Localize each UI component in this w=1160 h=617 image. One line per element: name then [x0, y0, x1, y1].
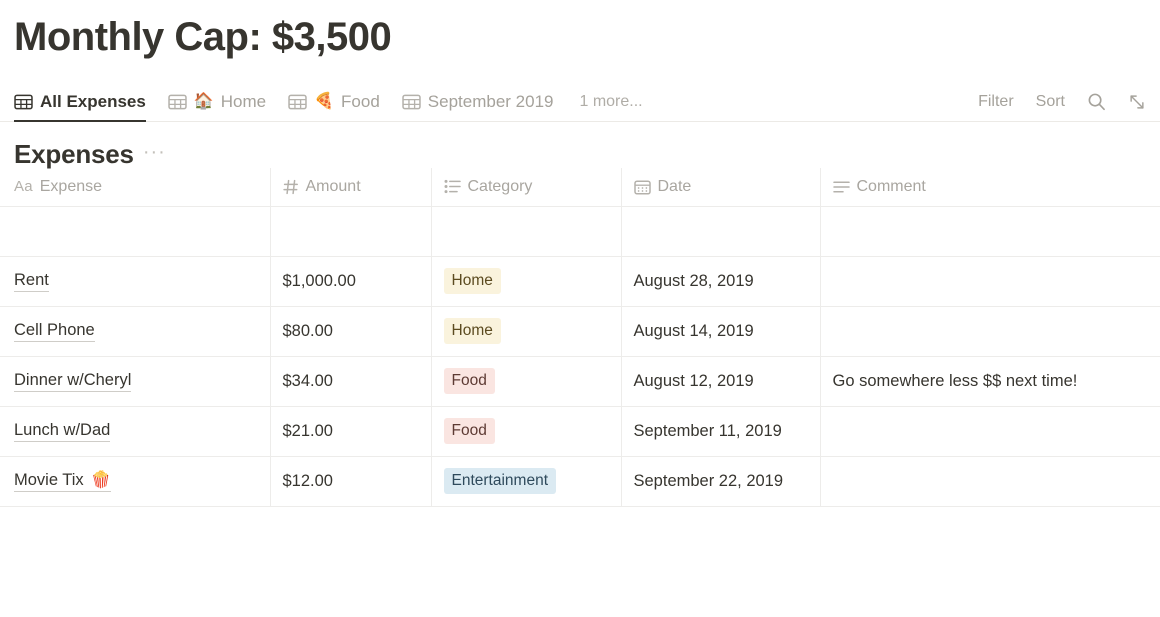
cell-amount[interactable]: $21.00	[270, 406, 432, 457]
cell-comment[interactable]	[820, 256, 1160, 307]
column-header-expense[interactable]: Aa Expense	[0, 168, 271, 207]
search-icon[interactable]	[1087, 92, 1106, 111]
column-header-label: Comment	[856, 177, 926, 195]
cell-date[interactable]	[621, 206, 821, 257]
column-header-amount[interactable]: Amount	[270, 168, 432, 207]
view-tab-food[interactable]: 🍕 Food	[288, 92, 380, 121]
cell-comment[interactable]	[820, 456, 1160, 507]
column-header-category[interactable]: Category	[431, 168, 622, 207]
cell-date[interactable]: August 14, 2019	[621, 306, 821, 357]
calendar-icon	[633, 179, 651, 195]
notion-database-page: Monthly Cap: $3,500 All Expenses 🏠 Home	[0, 0, 1160, 617]
expand-icon[interactable]	[1128, 93, 1146, 111]
cell-expense[interactable]: Cell Phone	[0, 306, 271, 357]
cell-date[interactable]: August 28, 2019	[621, 256, 821, 307]
cell-amount[interactable]: $80.00	[270, 306, 432, 357]
cell-amount[interactable]: $34.00	[270, 356, 432, 407]
number-hash-icon	[282, 179, 299, 195]
category-tag: Home	[443, 317, 501, 345]
table-row[interactable]: Cell Phone $80.00 Home August 14, 2019	[0, 306, 1160, 357]
popcorn-emoji-icon: 🍿	[90, 470, 112, 489]
view-actions: Filter Sort	[978, 92, 1146, 121]
category-tag: Home	[443, 267, 501, 295]
cell-expense[interactable]: Dinner w/Cheryl	[0, 356, 271, 407]
database-block-header: Expenses ···	[0, 122, 1160, 169]
text-lines-icon	[832, 180, 850, 194]
cell-amount[interactable]	[270, 206, 432, 257]
view-tab-september-2019[interactable]: September 2019	[402, 92, 554, 121]
table-header-row: Aa Expense Amount Category Date Comment	[0, 168, 1160, 207]
cell-comment[interactable]	[820, 306, 1160, 357]
more-views-button[interactable]: 1 more...	[579, 93, 642, 121]
cell-date[interactable]: August 12, 2019	[621, 356, 821, 407]
column-header-comment[interactable]: Comment	[820, 168, 1160, 207]
view-tab-label: Food	[341, 92, 380, 111]
view-tabs: All Expenses 🏠 Home 🍕 Food September 201…	[14, 92, 978, 122]
cell-expense[interactable]: Lunch w/Dad	[0, 406, 271, 457]
table-row[interactable]: Rent $1,000.00 Home August 28, 2019	[0, 256, 1160, 307]
category-tag: Food	[443, 417, 495, 445]
view-tab-label: All Expenses	[40, 92, 146, 111]
text-aa-icon: Aa	[14, 178, 33, 196]
cell-category[interactable]: Home	[431, 306, 622, 357]
view-tab-bar: All Expenses 🏠 Home 🍕 Food September 201…	[0, 80, 1160, 122]
view-tab-label: Home	[220, 92, 267, 111]
cell-category[interactable]: Home	[431, 256, 622, 307]
table-row[interactable]: Lunch w/Dad $21.00 Food September 11, 20…	[0, 406, 1160, 457]
block-menu-button[interactable]: ···	[143, 142, 166, 167]
cell-date[interactable]: September 22, 2019	[621, 456, 821, 507]
table-row[interactable]: Dinner w/Cheryl $34.00 Food August 12, 2…	[0, 356, 1160, 407]
expense-name: Lunch w/Dad	[14, 420, 111, 439]
multi-select-icon	[444, 179, 461, 194]
cell-date[interactable]: September 11, 2019	[621, 406, 821, 457]
expense-name: Cell Phone	[14, 320, 95, 339]
table-grid-icon	[402, 94, 421, 110]
column-header-label: Amount	[305, 177, 361, 195]
category-tag: Entertainment	[443, 467, 556, 495]
table-row[interactable]	[0, 206, 1160, 257]
cell-expense[interactable]: Movie Tix 🍿	[0, 456, 271, 507]
table-row[interactable]: Movie Tix 🍿 $12.00 Entertainment Septemb…	[0, 456, 1160, 507]
house-emoji-icon: 🏠	[193, 93, 214, 110]
view-tab-all-expenses[interactable]: All Expenses	[14, 92, 146, 122]
table-grid-icon	[288, 94, 307, 110]
cell-comment[interactable]	[820, 206, 1160, 257]
cell-expense[interactable]: Rent	[0, 256, 271, 307]
page-title: Monthly Cap: $3,500	[14, 15, 392, 59]
cell-category[interactable]	[431, 206, 622, 257]
cell-amount[interactable]: $12.00	[270, 456, 432, 507]
table-grid-icon	[168, 94, 187, 110]
filter-button[interactable]: Filter	[978, 93, 1014, 111]
cell-amount[interactable]: $1,000.00	[270, 256, 432, 307]
pizza-emoji-icon: 🍕	[314, 93, 335, 110]
expense-name: Movie Tix	[14, 470, 84, 489]
category-tag: Food	[443, 367, 495, 395]
expense-name: Rent	[14, 270, 49, 289]
column-header-label: Expense	[39, 177, 103, 195]
expenses-table: Aa Expense Amount Category Date Comment …	[0, 168, 1160, 507]
table-grid-icon	[14, 94, 33, 110]
cell-comment[interactable]: Go somewhere less $$ next time!	[820, 356, 1160, 407]
cell-comment[interactable]	[820, 406, 1160, 457]
column-header-label: Category	[467, 177, 533, 195]
cell-category[interactable]: Food	[431, 406, 622, 457]
table-body: Rent $1,000.00 Home August 28, 2019 Cell…	[0, 206, 1160, 507]
cell-expense[interactable]	[0, 206, 271, 257]
cell-category[interactable]: Food	[431, 356, 622, 407]
column-header-label: Date	[657, 177, 692, 195]
cell-category[interactable]: Entertainment	[431, 456, 622, 507]
sort-button[interactable]: Sort	[1036, 93, 1065, 111]
expense-name: Dinner w/Cheryl	[14, 370, 132, 389]
column-header-date[interactable]: Date	[621, 168, 821, 207]
view-tab-home[interactable]: 🏠 Home	[168, 92, 266, 121]
view-tab-label: September 2019	[427, 92, 554, 111]
database-title: Expenses	[14, 138, 134, 169]
